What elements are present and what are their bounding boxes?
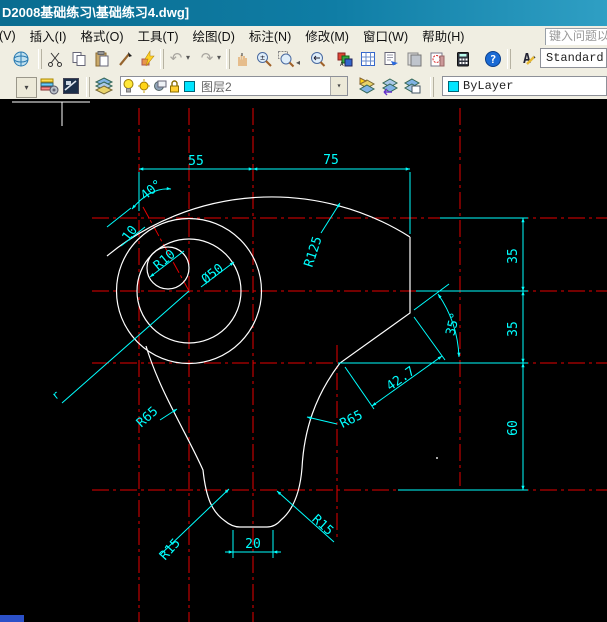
separator [507,49,511,69]
dim-r65-right: R65 [338,408,366,432]
redo-dropdown-icon[interactable]: ▾ [217,53,221,62]
blip-mark [436,457,438,459]
dim-20: 20 [245,537,261,552]
part-geometry [106,196,411,528]
dim-35-mid: 35 [506,321,521,337]
text-style-value: Standard [546,51,604,65]
menu-item-window[interactable]: 窗口(W) [356,26,415,45]
undo-dropdown-icon[interactable]: ▾ [186,53,190,62]
svg-text:A: A [340,61,344,68]
text-style-combo[interactable]: Standard [540,48,607,68]
menu-item-modify[interactable]: 修改(M) [298,26,356,45]
separator [430,77,434,97]
menu-item-help[interactable]: 帮助(H) [415,26,471,45]
separator [160,49,164,69]
window-title: D2008基础练习\基础练习4.dwg] [2,5,190,20]
menu-item-tools[interactable]: 工具(T) [131,26,186,45]
layers-stack-icon[interactable] [93,75,115,97]
dim-r15-right: R15 [309,512,336,539]
zoom-realtime-icon[interactable]: ± [253,48,275,70]
svg-text:?: ? [490,53,497,66]
dim-55: 55 [188,154,204,169]
color-swatch-icon[interactable] [443,77,463,95]
menu-item-format[interactable]: 格式(O) [73,26,130,45]
dim-35deg: 35° [443,311,463,337]
dim-42-7: 42.7 [384,364,418,394]
help-question-input[interactable]: 键入问题以 [545,28,607,46]
dimension-labels: 55 75 40° 10 R10 Ø50 R125 35 35 60 35° 4… [49,153,521,563]
crosshair-mark [12,101,90,126]
standard-toolbar: ↶ ▾ ↷ ▾ ± ◂ A ? A Standard [0,45,607,74]
redo-icon[interactable]: ↷ [196,48,218,70]
dropdown-button[interactable]: ▾ [16,77,37,98]
undo-icon[interactable]: ↶ [165,48,187,70]
layer-previous-icon[interactable] [379,75,401,97]
command-window-fragment [0,615,24,622]
dim-r: r [49,388,63,402]
sheet-list-icon[interactable] [357,48,379,70]
menu-item-dimension[interactable]: 标注(N) [242,26,298,45]
dim-40deg: 40° [138,177,166,204]
paste-icon[interactable] [91,48,113,70]
layers-toolbar: ▾ 图层2 ▾ ByLayer [0,73,607,100]
separator [38,49,42,69]
markup-clouds-icon[interactable] [426,48,448,70]
color-value: ByLayer [463,79,514,93]
layer-states-icon[interactable] [401,75,423,97]
menu-item-insert[interactable]: 插入(I) [23,26,74,45]
dim-75: 75 [323,153,339,168]
separator [86,77,90,97]
menu-item-partial[interactable]: (V) [0,29,23,43]
zoom-dropdown-icon[interactable]: ◂ [296,58,300,67]
dim-60: 60 [506,420,521,436]
layer-color-swatch[interactable] [182,77,197,95]
match-properties-icon[interactable] [137,48,159,70]
drawing-canvas[interactable]: 55 75 40° 10 R10 Ø50 R125 35 35 60 35° 4… [0,99,607,622]
layer-properties-icon[interactable] [38,75,60,97]
layer-off-icon[interactable] [60,75,82,97]
layer-name: 图层2 [201,79,232,94]
layer-combo[interactable]: 图层2 ▾ [120,76,348,96]
make-object-layer-current-icon[interactable] [356,75,378,97]
menu-bar: (V) 插入(I) 格式(O) 工具(T) 绘图(D) 标注(N) 修改(M) … [0,26,607,46]
pan-hand-icon[interactable] [231,48,253,70]
quick-calc-icon[interactable] [452,48,474,70]
text-style-icon[interactable]: A [516,48,538,70]
dim-r65-left: R65 [134,404,161,431]
sun-icon[interactable] [136,77,151,95]
lock-icon[interactable] [167,77,182,95]
copy-icon[interactable] [68,48,90,70]
help-icon[interactable]: ? [482,48,504,70]
zoom-previous-icon[interactable] [306,48,328,70]
tool-palettes-icon[interactable]: A [334,48,356,70]
format-painter-icon[interactable] [114,48,136,70]
dim-r15-left: R15 [157,536,184,563]
title-bar: D2008基础练习\基础练习4.dwg] [0,0,607,26]
svg-text:A: A [523,52,531,67]
r125-arc [106,196,411,257]
viewport-freeze-icon[interactable] [151,77,167,95]
autocad-window: { "window": { "title": "D2008基础练习\\基础练习4… [0,0,607,622]
cut-icon[interactable] [44,48,66,70]
markup-sets-icon[interactable] [403,48,425,70]
dim-35-top: 35 [506,248,521,264]
bulb-icon[interactable] [121,77,136,95]
svg-text:±: ± [260,53,265,62]
dim-10: 10 [120,223,141,245]
sphere-icon[interactable] [10,48,32,70]
layer-combo-arrow[interactable]: ▾ [330,77,347,95]
color-combo[interactable]: ByLayer [442,76,607,96]
zoom-window-icon[interactable] [275,48,297,70]
separator [226,49,230,69]
dim-r125: R125 [302,235,326,269]
sheet-set-manager-icon[interactable] [380,48,402,70]
dim-dia50: Ø50 [199,261,227,287]
menu-item-draw[interactable]: 绘图(D) [186,26,242,45]
